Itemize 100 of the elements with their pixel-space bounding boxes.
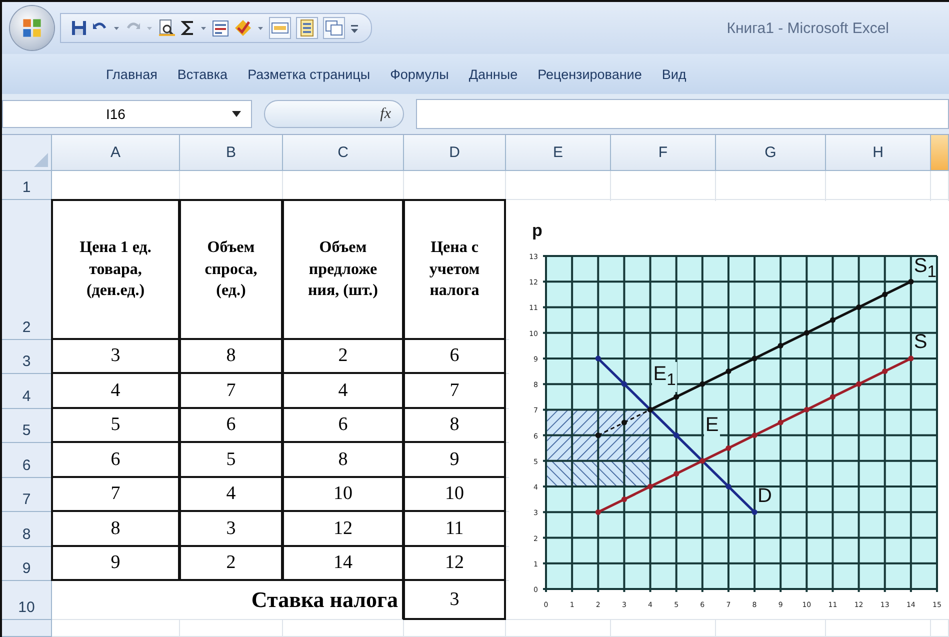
- save-icon[interactable]: [71, 20, 87, 36]
- column-header[interactable]: B: [180, 135, 283, 171]
- table-cell: 2: [179, 547, 283, 581]
- formula-input[interactable]: [416, 99, 949, 129]
- table-cell: 7: [403, 374, 506, 409]
- data-point: [778, 420, 784, 426]
- office-logo-icon: [21, 17, 43, 39]
- table-header-cell: Объем спроса, (ед.): [179, 199, 283, 340]
- row-header[interactable]: 6: [2, 443, 52, 478]
- data-point: [856, 304, 862, 310]
- table-cell: 8: [179, 340, 283, 374]
- page-break-icon[interactable]: [323, 17, 345, 39]
- curve-label: D: [758, 484, 772, 508]
- sheet-cell[interactable]: [506, 171, 611, 200]
- table-cell: 10: [403, 478, 506, 512]
- data-point: [830, 394, 836, 400]
- data-point: [726, 484, 732, 490]
- table-cell: 5: [179, 443, 283, 478]
- table-cell: 3: [179, 512, 283, 547]
- row-header[interactable]: 4: [2, 374, 52, 409]
- sheet-cell[interactable]: [611, 171, 716, 200]
- data-point: [804, 330, 810, 336]
- data-point: [908, 356, 914, 362]
- sheet-cell[interactable]: [404, 620, 506, 637]
- sheet-cell[interactable]: [826, 620, 931, 637]
- page-layout-icon[interactable]: [296, 17, 318, 39]
- column-header[interactable]: D: [404, 135, 506, 171]
- table-cell: 5: [51, 409, 180, 443]
- sheet-cell[interactable]: [716, 171, 826, 200]
- form-icon[interactable]: [212, 20, 229, 36]
- sheet-cell[interactable]: [506, 620, 611, 637]
- column-header[interactable]: F: [611, 135, 716, 171]
- sheet-cell[interactable]: [283, 620, 404, 637]
- sheet-cell[interactable]: [931, 171, 949, 200]
- ribbon-tab[interactable]: Формулы: [382, 64, 457, 84]
- table-cell: 10: [282, 478, 404, 512]
- table-cell: 3: [403, 579, 506, 620]
- row-header[interactable]: 7: [2, 478, 52, 512]
- data-point: [647, 484, 654, 490]
- data-point: [752, 432, 758, 438]
- row-header[interactable]: 9: [2, 547, 52, 581]
- dropdown-arrow-icon[interactable]: [232, 111, 241, 117]
- ribbon-tab[interactable]: Вид: [654, 64, 694, 84]
- row-header[interactable]: 1: [2, 171, 52, 200]
- window-title: Книга1 - Microsoft Excel: [726, 20, 889, 36]
- column-header[interactable]: H: [826, 135, 931, 171]
- data-point: [674, 394, 680, 400]
- data-point: [752, 509, 758, 515]
- spellcheck-icon[interactable]: [234, 19, 252, 37]
- data-point: [700, 381, 706, 387]
- table-cell: 8: [51, 512, 180, 547]
- table-cell: 4: [179, 478, 283, 512]
- ribbon-tab[interactable]: Рецензирование: [530, 64, 650, 84]
- column-header[interactable]: G: [716, 135, 826, 171]
- table-header-cell: Объем предложе ния, (шт.): [282, 199, 404, 340]
- sheet-cell[interactable]: [611, 620, 716, 637]
- data-point: [882, 292, 888, 298]
- column-header[interactable]: C: [283, 135, 404, 171]
- data-point: [674, 470, 680, 477]
- ribbon-tab[interactable]: Данные: [460, 64, 526, 84]
- sheet-cell[interactable]: [716, 620, 826, 637]
- select-all-button[interactable]: [2, 135, 52, 171]
- column-header[interactable]: [931, 135, 949, 171]
- table-cell: 8: [403, 409, 506, 443]
- ribbon-tab[interactable]: Главная: [98, 64, 166, 84]
- table-cell: 14: [282, 547, 404, 581]
- sum-icon[interactable]: [181, 20, 195, 36]
- insert-function-button[interactable]: fx: [264, 100, 404, 128]
- table-cell: 12: [282, 512, 404, 547]
- sheet-cell[interactable]: [180, 620, 283, 637]
- table-cell: 4: [282, 374, 404, 409]
- table-cell: 7: [51, 478, 180, 512]
- column-header[interactable]: E: [506, 135, 611, 171]
- data-point: [908, 278, 914, 284]
- normal-view-icon[interactable]: [269, 17, 291, 39]
- data-point: [595, 509, 601, 515]
- table-cell: 8: [282, 443, 404, 478]
- sheet-cell[interactable]: [826, 171, 931, 200]
- row-header[interactable]: 2: [2, 200, 52, 340]
- sheet-cell[interactable]: [931, 620, 949, 637]
- row-header[interactable]: 3: [2, 340, 52, 374]
- sheet-cell[interactable]: [52, 620, 180, 637]
- row-header[interactable]: 5: [2, 409, 52, 443]
- ribbon-tab[interactable]: Вставка: [169, 64, 236, 84]
- row-header[interactable]: 10: [2, 581, 52, 620]
- ribbon-tab[interactable]: Разметка страницы: [240, 64, 378, 84]
- table-cell: 9: [403, 443, 506, 478]
- data-point: [882, 368, 888, 374]
- print-preview-icon[interactable]: [158, 19, 176, 37]
- data-point: [621, 381, 627, 387]
- data-point: [726, 368, 732, 374]
- y-axis-label: p: [532, 221, 542, 240]
- name-box[interactable]: I16: [2, 100, 252, 128]
- row-header[interactable]: 8: [2, 512, 52, 547]
- row-header[interactable]: [2, 620, 52, 637]
- table-header-cell: Цена 1 ед. товара, (ден.ед.): [51, 199, 180, 340]
- table-cell: 7: [179, 374, 283, 409]
- data-point: [778, 342, 784, 348]
- column-header[interactable]: A: [52, 135, 180, 171]
- office-button[interactable]: [10, 6, 54, 50]
